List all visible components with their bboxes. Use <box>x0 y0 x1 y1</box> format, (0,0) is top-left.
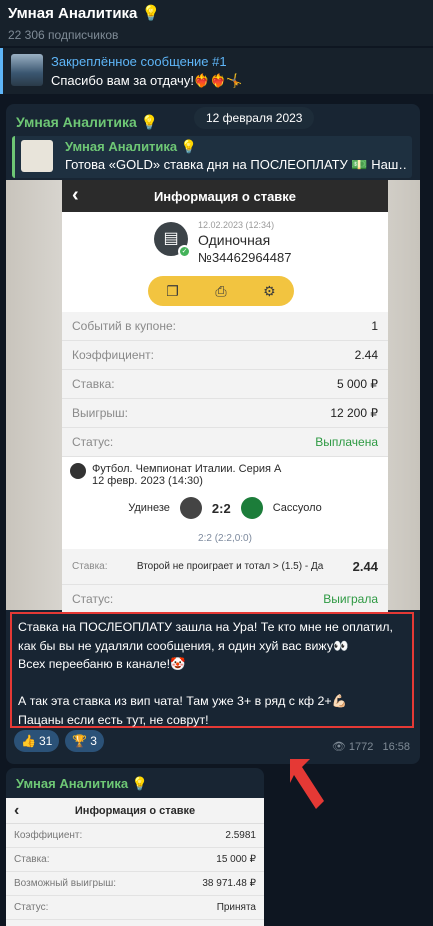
bet-screen-header: ‹ Информация о ставке <box>6 798 264 824</box>
thumbs-up-icon: 👍 <box>21 734 36 748</box>
row-value: 2.44 <box>354 348 378 362</box>
reply-text: Готова «GOLD» ставка дня на ПОСЛЕОПЛАТУ … <box>65 157 406 172</box>
bet-row: Ставка: 5 000 ₽ <box>62 370 388 399</box>
text-line: А так эта ставка из вип чата! Там уже 3+… <box>18 694 348 708</box>
row-label: Коэффициент: <box>72 348 154 362</box>
sassuolo-logo-icon <box>240 497 263 519</box>
bet-screenshot-image-2[interactable]: ‹ Информация о ставке Коэффициент: 2.5981… <box>6 798 264 926</box>
back-arrow-icon: ‹ <box>72 184 79 206</box>
view-count: 1772 <box>348 741 374 753</box>
reaction-count: 31 <box>38 734 53 748</box>
back-arrow-icon: ‹ <box>14 801 20 819</box>
bet-screenshot-image[interactable]: ‹ Информация о ставке ▤ ✓ 12.02.2023 (12:… <box>6 180 420 614</box>
bet-row: Событий в купоне: 1 <box>62 312 388 341</box>
row-label: Статус: <box>72 435 114 449</box>
message-bubble-2[interactable]: Умная Аналитика 💡 ‹ Информация о ставке … <box>6 768 264 926</box>
receipt-icon: ▤ ✓ <box>154 222 191 258</box>
row-value: 2.5981 <box>225 830 256 841</box>
pinned-title: Закреплённое сообщение #1 <box>51 54 227 69</box>
message-bubble[interactable]: Умная Аналитика 💡 Умная Аналитика 💡 Гото… <box>6 104 420 764</box>
bet-screen-title: Информация о ставке <box>74 804 196 817</box>
match-info: Футбол. Чемпионат Италии. Серия А 12 фев… <box>62 457 388 549</box>
bet-row: Ставка: 15 000 ₽ <box>6 848 264 872</box>
text-line: Пацаны если есть тут, не соврут! <box>18 712 209 727</box>
row-label: Ставка: <box>72 377 115 391</box>
eye-icon: 👁 <box>331 741 346 753</box>
text-line <box>18 674 406 693</box>
udinese-logo-icon <box>179 497 202 519</box>
row-value: 1 <box>371 319 378 333</box>
row-label: Статус: <box>14 902 49 913</box>
reaction-count: 3 <box>90 734 97 748</box>
row-label: Ставка: <box>14 854 50 865</box>
message-author[interactable]: Умная Аналитика 💡 <box>16 776 148 792</box>
match-score: 2:2 <box>211 500 231 516</box>
row-label: Возможный выигрыш: <box>14 878 117 889</box>
row-label: Статус: <box>72 592 114 606</box>
check-icon: ✓ <box>178 245 191 258</box>
pinned-thumbnail <box>11 54 43 86</box>
bet-screen-title: Информация о ставке <box>153 188 297 204</box>
bet-row: Коэффициент: 2.5981 <box>6 824 264 848</box>
gear-icon: ⚙ <box>263 282 276 299</box>
channel-header[interactable]: Умная Аналитика 💡 22 306 подписчиков <box>0 0 433 46</box>
reply-author: Умная Аналитика 💡 <box>65 139 197 154</box>
bet-row: Статус: Принята <box>6 896 264 920</box>
text-line: как бы вы не удаляли сообщения, я один х… <box>18 638 349 653</box>
row-value: 15 000 ₽ <box>216 854 256 865</box>
bet-type: Одиночная <box>198 232 271 248</box>
row-label: Событий в купоне: <box>72 319 176 333</box>
half-scores: 2:2 (2:2,0:0) <box>198 533 252 544</box>
message-author[interactable]: Умная Аналитика 💡 <box>16 114 158 131</box>
red-arrow-icon <box>290 759 324 809</box>
bet-selection: Ставка: Второй не проиграет и тотал > (1… <box>62 549 388 585</box>
row-value: Принята <box>216 902 256 913</box>
status-paid: Выплачена <box>315 435 378 449</box>
status-won: Выиграла <box>323 592 378 606</box>
reply-quote[interactable]: Умная Аналитика 💡 Готова «GOLD» ставка д… <box>12 136 412 178</box>
bet-row: Возможный выигрыш: 38 971.48 ₽ <box>6 872 264 896</box>
bet-status-row: Статус: Выиграла <box>62 585 388 614</box>
reply-thumbnail <box>21 140 53 172</box>
row-label: Выигрыш: <box>72 406 128 420</box>
reaction-thumbs-up[interactable]: 👍 31 <box>14 730 60 752</box>
pinned-message-bar[interactable]: Закреплённое сообщение #1 Спасибо вам за… <box>0 48 433 94</box>
bet-ticket: ▤ ✓ 12.02.2023 (12:34) Одиночная №3446296… <box>62 212 388 312</box>
league-name: Футбол. Чемпионат Италии. Серия А <box>92 463 282 475</box>
message-time: 16:58 <box>382 741 410 753</box>
bet-info-screen: ‹ Информация о ставке ▤ ✓ 12.02.2023 (12:… <box>62 180 388 614</box>
match-datetime: 12 февр. 2023 (14:30) <box>92 475 203 487</box>
text-line: Всех переебаню в канале!🤡 <box>18 657 186 671</box>
reaction-trophy[interactable]: 🏆 3 <box>65 730 104 752</box>
bet-date: 12.02.2023 (12:34) <box>198 220 275 230</box>
row-label: Коэффициент: <box>14 830 83 841</box>
pinned-text: Спасибо вам за отдачу!❤️‍🔥❤️‍🔥🤸 <box>51 73 243 88</box>
reactions: 👍 31 🏆 3 <box>14 730 104 752</box>
bet-description: Второй не проиграет и тотал > (1.5) - Да <box>136 561 324 572</box>
bet-screen-header: ‹ Информация о ставке <box>62 180 388 212</box>
row-value: 5 000 ₽ <box>337 377 378 391</box>
date-separator: 12 февраля 2023 <box>194 107 315 129</box>
message-meta: 👁 1772 16:58 <box>332 740 410 753</box>
row-value: 38 971.48 ₽ <box>202 878 256 889</box>
text-line: Ставка на ПОСЛЕОПЛАТУ зашла на Ура! Те к… <box>18 620 393 634</box>
football-icon <box>70 463 86 479</box>
print-icon: ⎙ <box>215 282 227 299</box>
home-team: Удинезе <box>128 502 170 514</box>
subscriber-count: 22 306 подписчиков <box>8 28 119 42</box>
trophy-icon: 🏆 <box>72 734 88 748</box>
bet-row: Выигрыш: 12 200 ₽ <box>62 399 388 428</box>
message-text: Ставка на ПОСЛЕОПЛАТУ зашла на Ура! Те к… <box>10 612 414 728</box>
teams-score: Удинезе 2:2 Сассуоло <box>62 497 388 519</box>
bet-toolbar: ❐ ⎙ ⚙ <box>148 276 294 306</box>
bet-row: Статус: Выплачена <box>62 428 388 457</box>
copy-icon: ❐ <box>166 282 179 299</box>
channel-name: Умная Аналитика 💡 <box>8 5 161 22</box>
row-value: 12 200 ₽ <box>330 406 378 420</box>
bet-row: Коэффициент: 2.44 <box>62 341 388 370</box>
bet-odds: 2.44 <box>352 559 378 574</box>
bet-number: №34462964487 <box>198 250 292 265</box>
bet-label: Ставка: <box>72 561 108 572</box>
away-team: Сассуоло <box>272 502 322 514</box>
